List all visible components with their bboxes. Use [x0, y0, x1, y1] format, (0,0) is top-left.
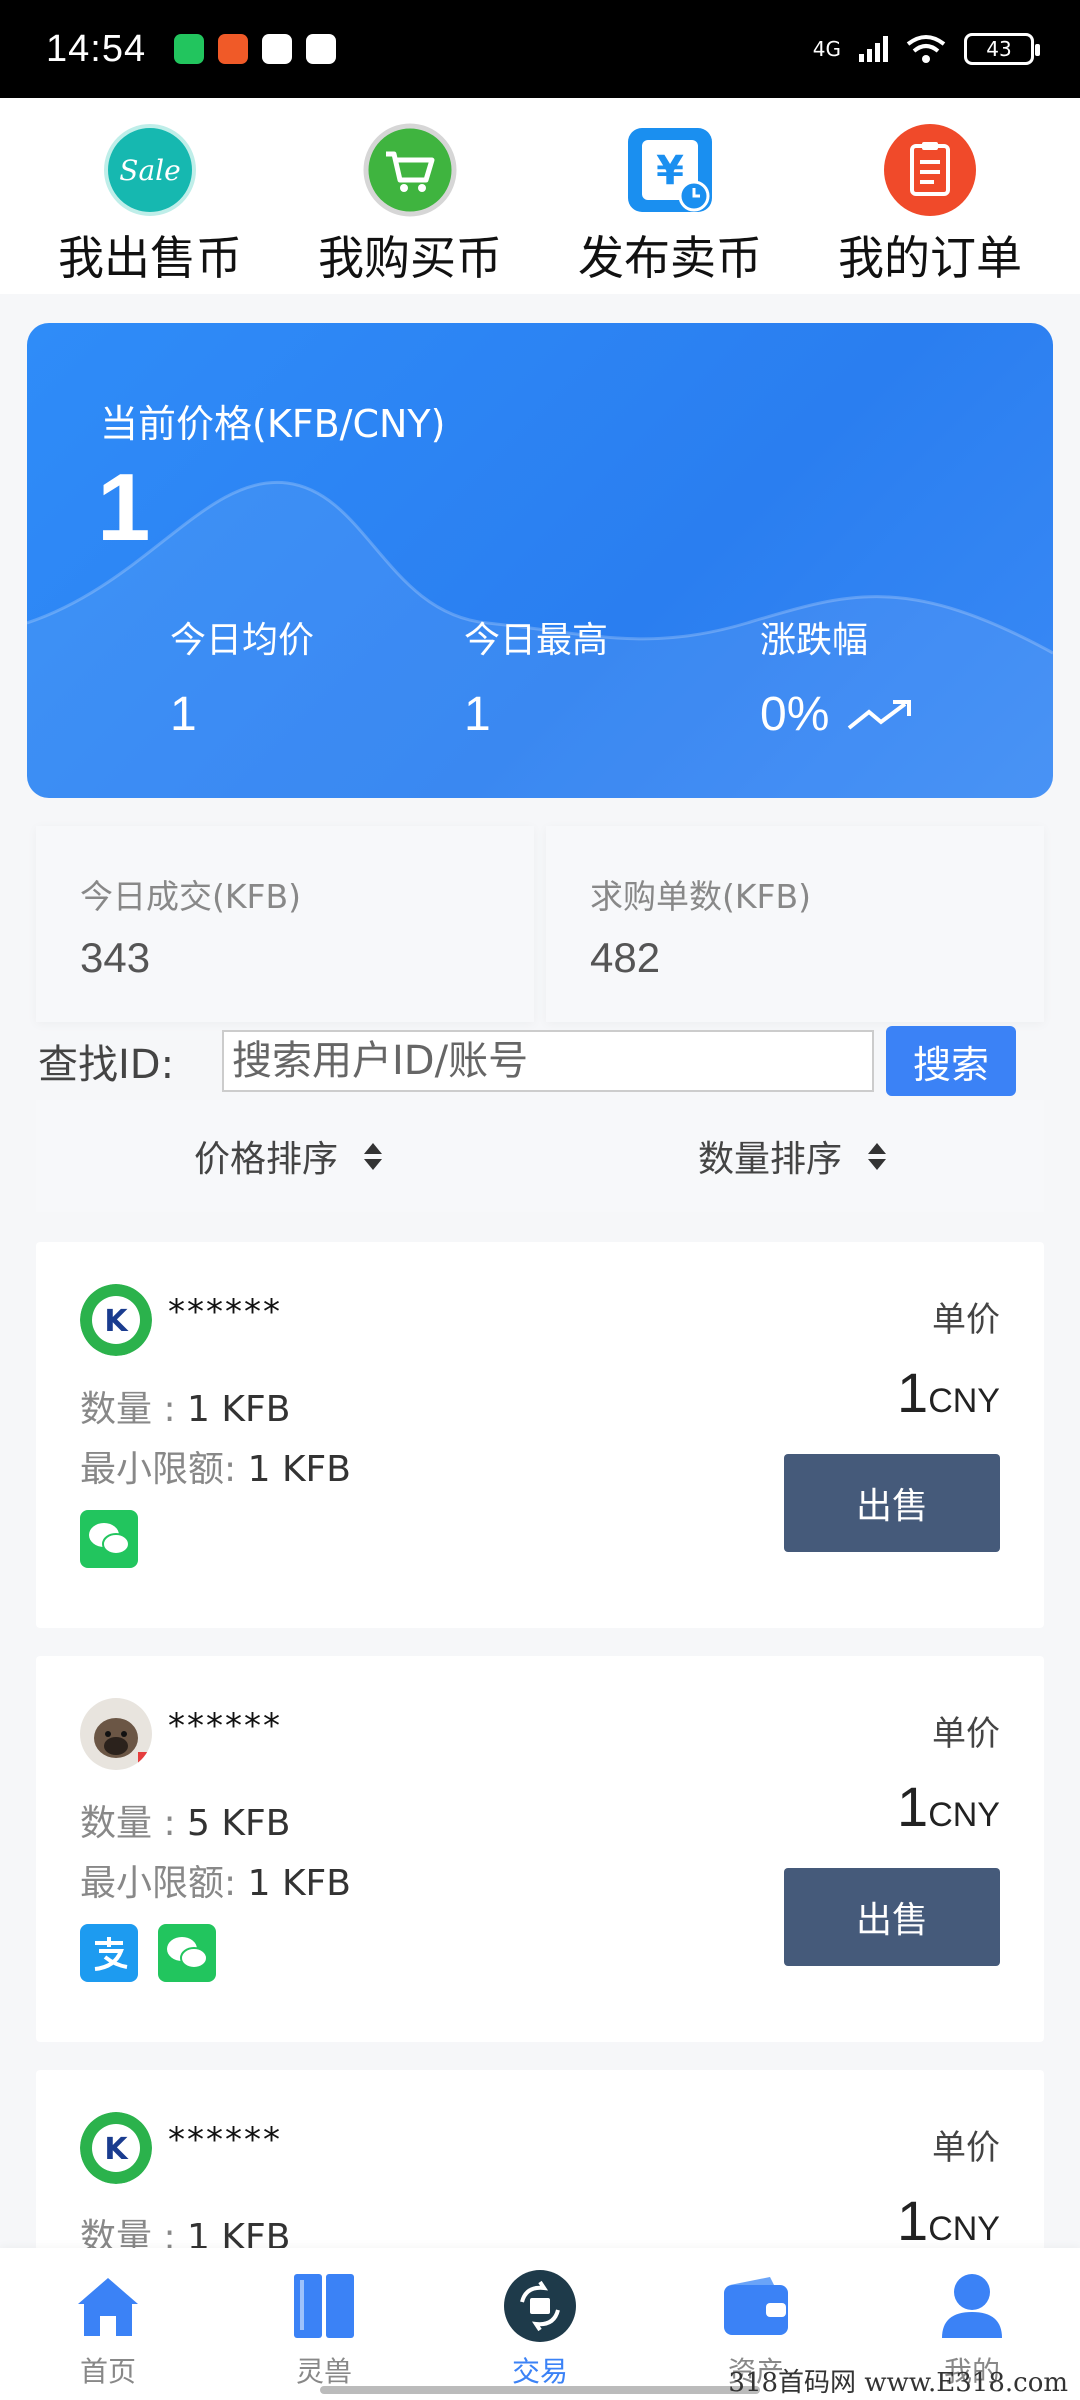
- nav-my-orders[interactable]: 我的订单: [810, 122, 1050, 288]
- vol-value: 343: [80, 934, 151, 981]
- wallet-icon: [718, 2268, 794, 2344]
- tab-spirit-beast[interactable]: 灵兽: [234, 2268, 414, 2390]
- current-price: 1: [97, 454, 151, 561]
- sort-by-price[interactable]: 价格排序: [36, 1100, 540, 1212]
- payment-methods: [80, 1924, 216, 1982]
- seller-name: ******: [168, 2120, 282, 2160]
- exchange-icon: [502, 2268, 578, 2344]
- price-title: 当前价格(KFB/CNY): [100, 402, 446, 446]
- user-icon: [934, 2268, 1010, 2344]
- today-volume-card: 今日成交(KFB) 343: [36, 826, 534, 1022]
- price-card: 当前价格(KFB/CNY) 1 今日均价 1 今日最高 1 涨跌幅 0%: [27, 323, 1053, 798]
- search-label: 查找ID:: [38, 1042, 175, 1088]
- top-nav: Sale 我出售币 我购买币 ¥ 发布卖币 我的订单: [0, 98, 1080, 294]
- battery-level: 43: [986, 37, 1012, 61]
- vol-label: 求购单数(KFB): [590, 877, 812, 916]
- sell-button[interactable]: 出售: [784, 1454, 1000, 1552]
- sort-label: 价格排序: [193, 1139, 338, 1180]
- tab-label: 灵兽: [295, 2355, 352, 2388]
- status-indicators: 4G 43: [812, 33, 1040, 65]
- sort-by-quantity[interactable]: 数量排序: [540, 1100, 1044, 1212]
- sale-icon: Sale: [102, 122, 198, 218]
- nav-label: 我的订单: [838, 231, 1022, 285]
- yuan-clock-icon: ¥: [622, 122, 718, 218]
- home-indicator[interactable]: [320, 2386, 760, 2394]
- nav-buy-coin[interactable]: 我购买币: [290, 122, 530, 288]
- wechat-pay-icon: [158, 1924, 216, 1982]
- stat-value: 0%: [760, 687, 913, 742]
- network-type: 4G: [812, 37, 841, 61]
- battery-icon: 43: [964, 33, 1040, 65]
- sort-bar: 价格排序 数量排序: [36, 1100, 1044, 1212]
- tab-home[interactable]: 首页: [18, 2268, 198, 2390]
- tab-trade[interactable]: 交易: [450, 2268, 630, 2390]
- stat-label: 涨跌幅: [760, 620, 869, 661]
- notification-icons: [174, 34, 337, 64]
- order-price: 1CNY: [897, 2189, 1000, 2252]
- search-input[interactable]: [222, 1030, 874, 1092]
- nav-label: 我出售币: [58, 231, 242, 285]
- stat-change: 涨跌幅 0%: [760, 611, 913, 742]
- stat-label: 今日最高: [464, 620, 609, 661]
- status-time: 14:54: [46, 27, 147, 70]
- vol-label: 今日成交(KFB): [80, 877, 302, 916]
- status-bar: 14:54 4G 43: [0, 0, 1080, 98]
- tab-label: 首页: [79, 2355, 136, 2388]
- clipboard-icon: [882, 122, 978, 218]
- unit-price-label: 单价: [932, 1300, 1000, 1340]
- stat-value: 1: [170, 688, 197, 741]
- stat-high: 今日最高 1: [464, 611, 608, 742]
- wechat-pay-icon: [80, 1510, 138, 1568]
- order-card: K ****** 单价 1CNY 数量 : 1 KFB 最小限额: 1 KFB …: [36, 1242, 1044, 1628]
- order-quantity: 数量 : 1 KFB: [80, 1389, 291, 1430]
- unit-price-label: 单价: [932, 1714, 1000, 1754]
- cart-icon: [362, 122, 458, 218]
- wifi-icon: [906, 35, 946, 63]
- stat-value: 1: [464, 688, 491, 741]
- tab-label: 交易: [511, 2355, 568, 2388]
- search-button[interactable]: 搜索: [886, 1026, 1016, 1096]
- nav-publish-sell[interactable]: ¥ 发布卖币: [550, 122, 790, 288]
- dog-photo-avatar: [80, 1698, 152, 1770]
- signal-icon: [859, 36, 888, 62]
- alipay-icon: [80, 1924, 138, 1982]
- svg-text:K: K: [104, 2132, 129, 2167]
- iqiyi-app-icon: [174, 34, 205, 64]
- sort-arrows-icon: [364, 1142, 382, 1170]
- nav-sell-coin[interactable]: Sale 我出售币: [30, 122, 270, 288]
- seller-name: ******: [168, 1292, 282, 1332]
- order-quantity: 数量 : 5 KFB: [80, 1803, 291, 1844]
- payment-methods: [80, 1510, 138, 1568]
- search-row: 查找ID: 搜索: [0, 1026, 1080, 1102]
- app-notification-icon: [218, 34, 249, 64]
- stat-average: 今日均价 1: [170, 611, 314, 742]
- nav-label: 我购买币: [318, 231, 502, 285]
- k-logo-avatar: K: [80, 1284, 152, 1356]
- watermark: 318首码网 www.E318.com: [728, 2368, 1068, 2398]
- svg-text:K: K: [104, 1304, 129, 1339]
- sell-button[interactable]: 出售: [784, 1868, 1000, 1966]
- home-icon: [70, 2268, 146, 2344]
- book-icon: [286, 2268, 362, 2344]
- nav-label: 发布卖币: [578, 231, 762, 285]
- order-price: 1CNY: [897, 1775, 1000, 1838]
- order-min-limit: 最小限额: 1 KFB: [80, 1863, 351, 1904]
- svg-text:Sale: Sale: [119, 154, 180, 187]
- message-app-icon: [306, 34, 337, 64]
- svg-text:¥: ¥: [656, 148, 684, 194]
- order-min-limit: 最小限额: 1 KFB: [80, 1449, 351, 1490]
- sort-arrows-icon: [868, 1142, 886, 1170]
- stat-label: 今日均价: [170, 620, 315, 661]
- buy-orders-card: 求购单数(KFB) 482: [546, 826, 1044, 1022]
- trend-up-icon: [848, 699, 912, 730]
- k-logo-avatar: K: [80, 2112, 152, 2184]
- vol-value: 482: [590, 934, 661, 981]
- order-price: 1CNY: [897, 1361, 1000, 1424]
- seller-name: ******: [168, 1706, 282, 1746]
- sort-label: 数量排序: [697, 1139, 842, 1180]
- unit-price-label: 单价: [932, 2128, 1000, 2168]
- order-card: ****** 单价 1CNY 数量 : 5 KFB 最小限额: 1 KFB 出售: [36, 1656, 1044, 2042]
- browser-app-icon: [262, 34, 293, 64]
